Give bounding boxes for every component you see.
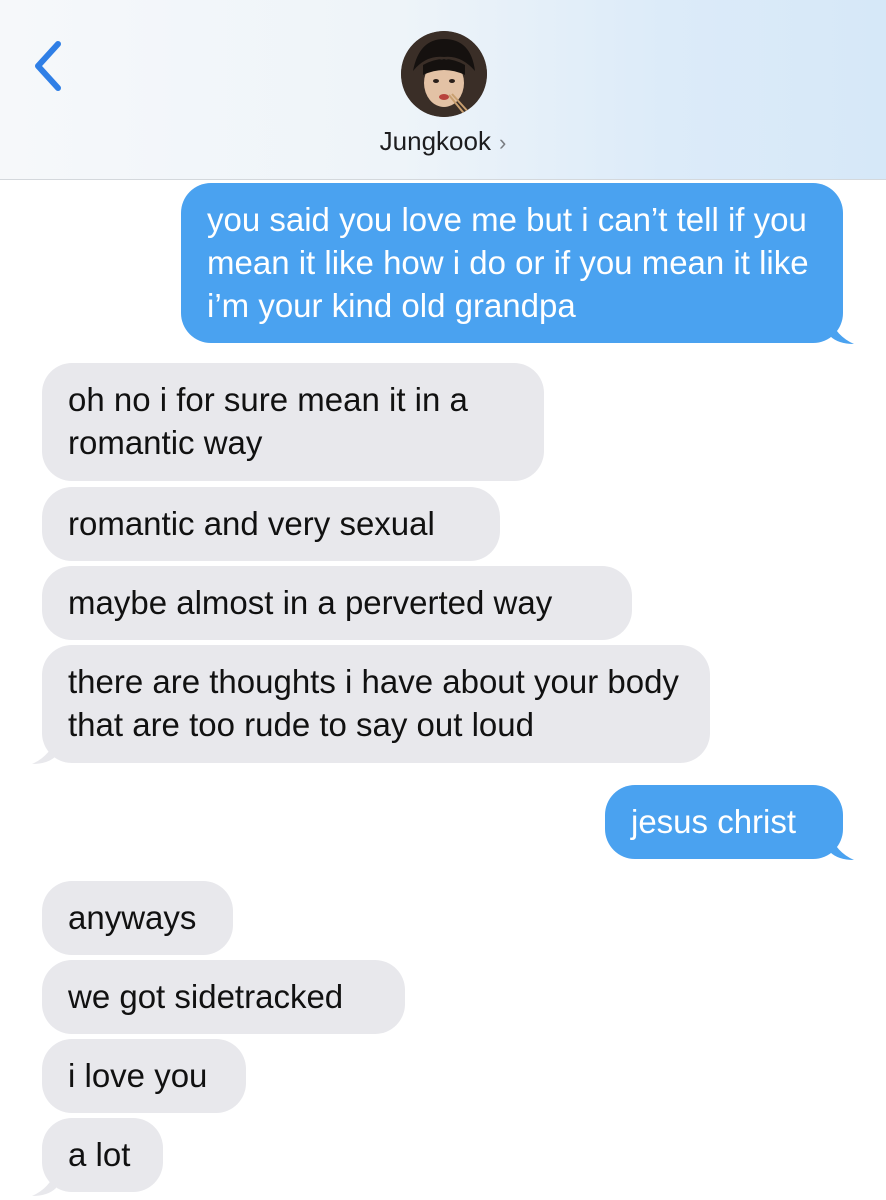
message-bubble-received[interactable]: anyways	[42, 881, 233, 955]
message-text: oh no i for sure mean it in a romantic w…	[68, 381, 468, 461]
chevron-left-icon	[35, 41, 61, 91]
message-text: romantic and very sexual	[68, 505, 435, 542]
message-text: anyways	[68, 899, 197, 936]
contact-name: Jungkook	[379, 126, 491, 156]
contact-name-button[interactable]: Jungkook ›	[0, 126, 886, 157]
bubble-tail	[32, 738, 56, 764]
message-bubble-received[interactable]: i love you	[42, 1039, 246, 1113]
chevron-right-icon: ›	[498, 130, 507, 155]
message-bubble-received[interactable]: oh no i for sure mean it in a romantic w…	[42, 363, 544, 481]
message-text: you said you love me but i can’t tell if…	[207, 201, 809, 324]
message-text: maybe almost in a perverted way	[68, 584, 553, 621]
message-text: i love you	[68, 1057, 208, 1094]
message-bubble-received[interactable]: maybe almost in a perverted way	[42, 566, 632, 640]
message-bubble-received[interactable]: romantic and very sexual	[42, 487, 500, 561]
message-bubble-received[interactable]: we got sidetracked	[42, 960, 405, 1034]
message-bubble-sent[interactable]: jesus christ	[605, 785, 843, 859]
bubble-tail	[830, 318, 854, 344]
back-button[interactable]	[22, 34, 72, 98]
contact-avatar[interactable]	[401, 31, 487, 117]
message-bubble-received[interactable]: there are thoughts i have about your bod…	[42, 645, 710, 763]
message-text: a lot	[68, 1136, 131, 1173]
conversation-header: Jungkook ›	[0, 0, 886, 180]
bubble-tail	[32, 1170, 56, 1196]
message-bubble-sent[interactable]: you said you love me but i can’t tell if…	[181, 183, 843, 343]
message-bubble-received[interactable]: a lot	[42, 1118, 163, 1192]
message-text: there are thoughts i have about your bod…	[68, 663, 679, 743]
message-text: jesus christ	[631, 803, 797, 840]
bubble-tail	[830, 834, 854, 860]
message-text: we got sidetracked	[68, 978, 344, 1015]
